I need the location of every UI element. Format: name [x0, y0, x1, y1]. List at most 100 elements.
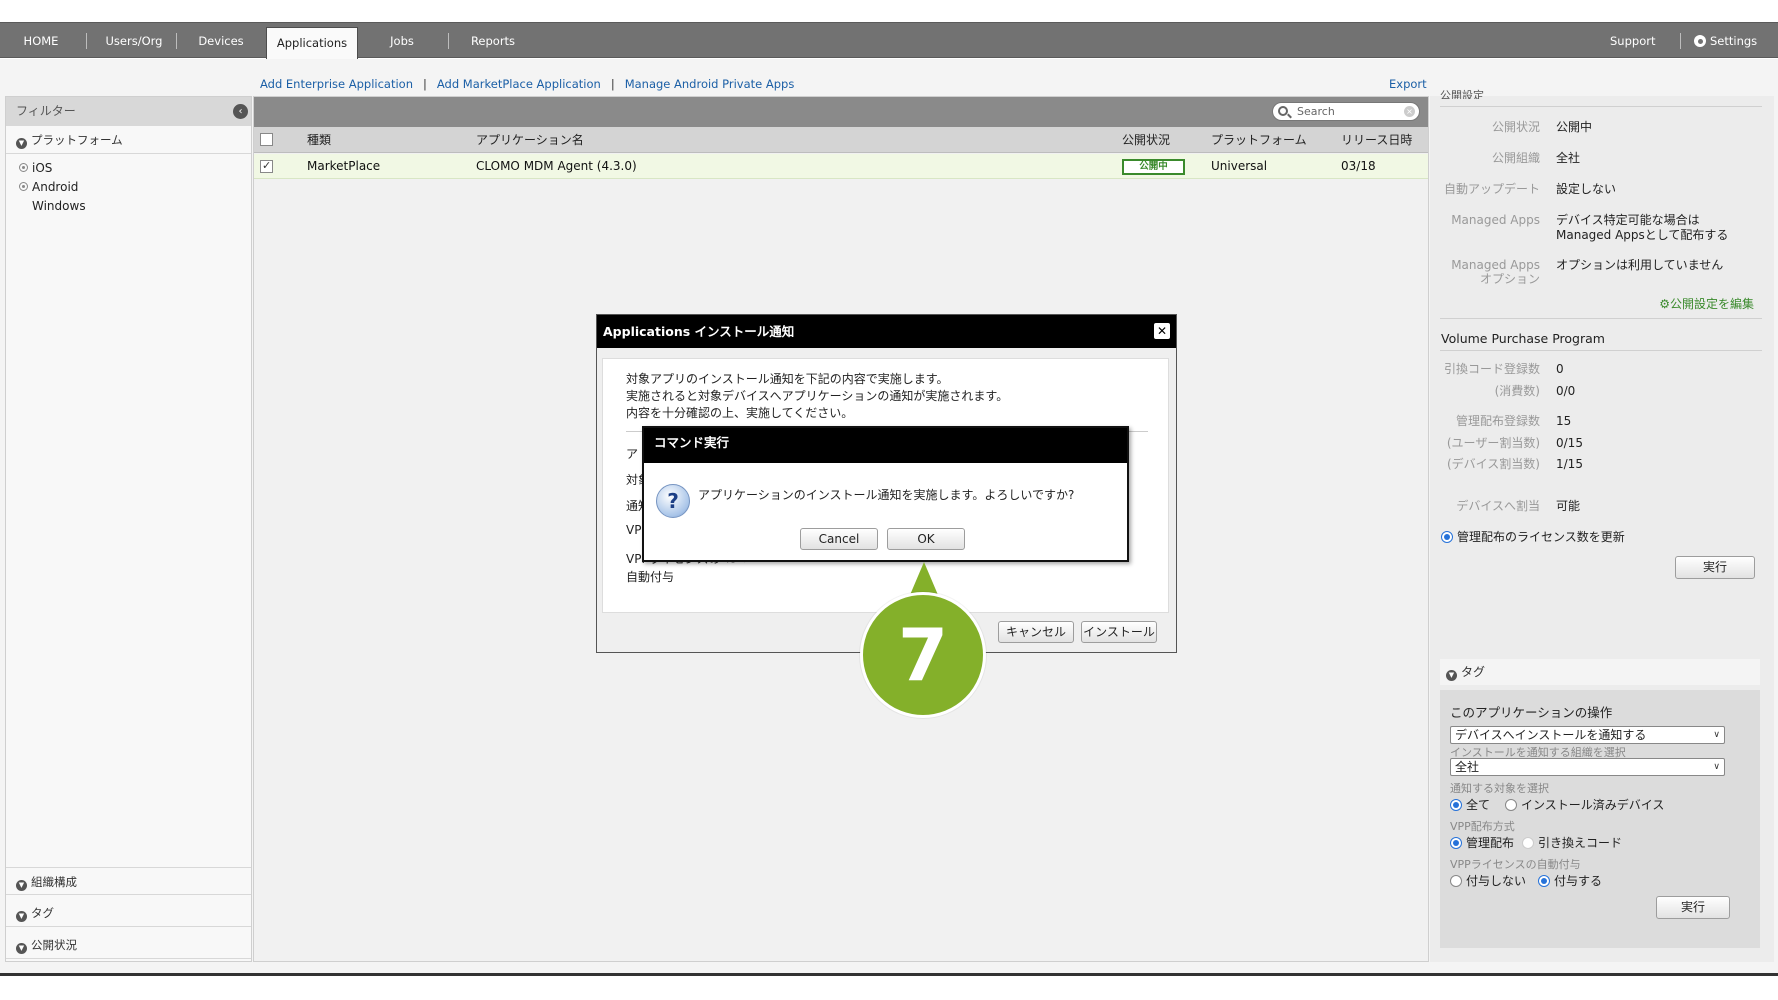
chevron-down-icon: ∨ [1713, 762, 1720, 772]
search-input[interactable]: Search × [1272, 102, 1420, 121]
vpp-method-label: VPP配布方式 [1450, 820, 1515, 833]
edit-publish-settings-link[interactable]: ⚙公開設定を編集 [1659, 295, 1754, 312]
divider [1440, 106, 1762, 107]
dialog-row-app-label: ア [626, 447, 639, 461]
column-header-status[interactable]: 公開状況 [1122, 127, 1170, 153]
vpp-code-radio[interactable]: 引き換えコード [1522, 834, 1622, 851]
target-installed-radio[interactable]: インストール済みデバイス [1505, 796, 1664, 813]
status-section-label: 公開状況 [31, 938, 77, 952]
update-license-radio[interactable]: 管理配布のライセンス数を更新 [1441, 528, 1625, 545]
vpp-user-assigned-label: (ユーザー割当数) [1446, 436, 1540, 450]
collapse-filter-icon[interactable]: ‹ [233, 104, 248, 119]
radio-selected-icon [1538, 875, 1550, 887]
publish-org-label: 公開組織 [1491, 151, 1540, 165]
dialog-message-line: 実施されると対象デバイスへアプリケーションの通知が実施されます。 [626, 389, 1009, 403]
confirm-ok-button[interactable]: OK [887, 528, 965, 550]
tag-section-header[interactable]: ▼ タグ [1440, 659, 1760, 685]
divider [1440, 318, 1762, 319]
operation-title: このアプリケーションの操作 [1450, 705, 1613, 720]
auto-update-value: 設定しない [1556, 182, 1617, 196]
column-header-type[interactable]: 種類 [307, 127, 331, 153]
operation-select[interactable]: デバイスへインストールを通知する ∨ [1450, 726, 1725, 744]
run-license-update-button[interactable]: 実行 [1675, 556, 1755, 579]
vpp-managed-count-value: 15 [1556, 414, 1572, 428]
platform-filter-android[interactable]: Android [19, 180, 78, 194]
publish-settings-heading: 公開設定 [1440, 89, 1484, 99]
confirm-cancel-button[interactable]: Cancel [800, 528, 878, 550]
bottom-border [0, 973, 1778, 976]
column-header-release[interactable]: リリース日時 [1341, 127, 1412, 153]
search-placeholder: Search [1297, 105, 1335, 118]
vpp-user-assigned-value: 0/15 [1556, 436, 1583, 450]
manage-android-private-apps-link[interactable]: Manage Android Private Apps [625, 77, 795, 91]
tag-section-header[interactable]: ▼ タグ [6, 899, 251, 927]
dialog-message-line: 内容を十分確認の上、実施してください。 [626, 406, 854, 420]
question-icon: ? [656, 484, 690, 518]
managed-apps-value-line2: Managed Appsとして配布する [1556, 228, 1729, 242]
target-label: 通知する対象を選択 [1450, 782, 1549, 795]
platform-filter-windows[interactable]: Windows [32, 199, 86, 213]
column-header-app-name[interactable]: アプリケーション名 [476, 127, 584, 153]
divider [1440, 350, 1762, 351]
tag-section-label: タグ [31, 906, 54, 920]
add-marketplace-app-link[interactable]: Add MarketPlace Application [437, 77, 601, 91]
nav-support[interactable]: Support [1610, 23, 1655, 59]
app-actions-bar: Add Enterprise Application | Add MarketPla… [260, 77, 794, 91]
vpp-auto-label: VPPライセンスの自動付与 [1450, 858, 1581, 871]
chevron-down-icon: ▼ [16, 138, 27, 149]
org-select[interactable]: 全社 ∨ [1450, 758, 1725, 776]
radio-icon [19, 163, 28, 172]
platform-section-header[interactable]: ▼ プラットフォーム [6, 126, 251, 154]
vpp-auto-no-radio[interactable]: 付与しない [1450, 872, 1526, 889]
nav-divider [1680, 33, 1681, 49]
managed-apps-value: デバイス特定可能な場合は [1556, 213, 1700, 227]
vpp-code-count-value: 0 [1556, 362, 1564, 376]
target-all-label: 全て [1466, 798, 1491, 812]
clear-search-icon[interactable]: × [1404, 106, 1415, 117]
dialog-cancel-button[interactable]: キャンセル [998, 621, 1074, 643]
nav-users-org[interactable]: Users/Org [90, 23, 178, 59]
dialog-title: Applications インストール通知 ✕ [597, 315, 1176, 348]
vpp-managed-label: 管理配布 [1466, 836, 1515, 850]
vpp-auto-yes-label: 付与する [1554, 874, 1603, 888]
radio-icon [19, 182, 28, 191]
vpp-device-assigned-label: (デバイス割当数) [1446, 457, 1540, 471]
table-header: 種類 アプリケーション名 公開状況 プラットフォーム リリース日時 [254, 127, 1428, 153]
nav-jobs[interactable]: Jobs [360, 23, 444, 59]
platform-label: Android [32, 180, 79, 194]
platform-label: iOS [32, 161, 53, 175]
nav-home[interactable]: HOME [0, 23, 82, 59]
select-all-checkbox[interactable] [260, 133, 273, 146]
dialog-install-button[interactable]: インストール [1081, 621, 1157, 643]
platform-filter-ios[interactable]: iOS [19, 161, 52, 175]
close-icon[interactable]: ✕ [1154, 323, 1170, 339]
export-link[interactable]: Export [1389, 77, 1427, 91]
dialog-message-line: 対象アプリのインストール通知を下記の内容で実施します。 [626, 372, 949, 386]
nav-divider [86, 33, 87, 49]
publish-status-label: 公開状況 [1491, 120, 1540, 134]
run-operation-button[interactable]: 実行 [1656, 896, 1730, 919]
tag-label: タグ [1461, 665, 1486, 679]
vpp-managed-radio[interactable]: 管理配布 [1450, 834, 1514, 851]
confirm-message: アプリケーションのインストール通知を実施します。よろしいですか? [698, 488, 1075, 502]
vpp-managed-count-label: 管理配布登録数 [1455, 414, 1540, 428]
nav-devices[interactable]: Devices [180, 23, 262, 59]
column-header-platform[interactable]: プラットフォーム [1211, 127, 1307, 153]
row-checkbox[interactable] [260, 159, 273, 173]
vpp-device-assigned-value: 1/15 [1556, 457, 1583, 471]
table-row[interactable]: MarketPlace CLOMO MDM Agent (4.3.0) 公開中 … [254, 154, 1428, 179]
status-section-header[interactable]: ▼ 公開状況 [6, 931, 251, 959]
filter-panel: フィルター ‹ ▼ プラットフォーム iOS Android Windows ▼ 組… [5, 96, 252, 962]
add-enterprise-app-link[interactable]: Add Enterprise Application [260, 77, 413, 91]
status-badge: 公開中 [1122, 159, 1185, 175]
list-toolbar: Search × [254, 97, 1428, 127]
nav-reports[interactable]: Reports [452, 23, 534, 59]
target-all-radio[interactable]: 全て [1450, 796, 1490, 813]
nav-applications[interactable]: Applications [266, 27, 358, 60]
org-section-label: 組織構成 [31, 875, 77, 889]
chevron-down-icon: ▼ [16, 943, 27, 954]
vpp-auto-yes-radio[interactable]: 付与する [1538, 872, 1602, 889]
platform-section-label: プラットフォーム [31, 133, 123, 147]
org-section-header[interactable]: ▼ 組織構成 [6, 867, 251, 895]
nav-settings[interactable]: Settings [1694, 23, 1757, 59]
